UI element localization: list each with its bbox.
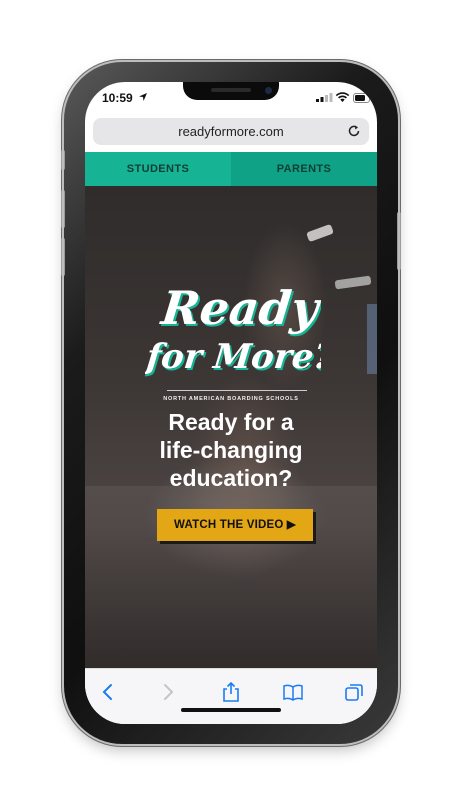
watch-video-button[interactable]: WATCH THE VIDEO ▶ xyxy=(157,509,313,541)
url-text: readyformore.com xyxy=(178,124,284,139)
safari-toolbar xyxy=(85,668,377,724)
notch xyxy=(183,82,279,100)
wifi-icon xyxy=(335,92,350,102)
battery-icon xyxy=(353,93,372,103)
hero-headline: Ready for a life-changing education? xyxy=(85,408,377,492)
volume-down-button xyxy=(61,238,65,276)
logo-line-1: Ready xyxy=(157,281,321,335)
tabs-icon[interactable] xyxy=(343,681,365,703)
reload-icon[interactable] xyxy=(347,124,361,138)
share-icon[interactable] xyxy=(220,681,242,703)
headline-line-1: Ready for a xyxy=(168,409,294,435)
phone-screen: 10:59 readyformore.com STUDENTS PARENTS xyxy=(85,82,377,724)
ceiling-light xyxy=(334,275,372,290)
home-indicator[interactable] xyxy=(181,708,281,712)
status-time: 10:59 xyxy=(102,91,133,105)
back-icon[interactable] xyxy=(97,681,119,703)
mute-switch xyxy=(61,150,65,170)
location-arrow-icon xyxy=(139,93,147,101)
studio-window xyxy=(367,304,377,374)
audience-tabs: STUDENTS PARENTS xyxy=(85,152,377,186)
ceiling-light xyxy=(306,223,334,243)
hero-video-background: Ready Ready for More? for More? NORTH AM… xyxy=(85,186,377,668)
speaker-grille xyxy=(211,88,251,92)
ready-for-more-logo: Ready Ready for More? for More? xyxy=(145,281,321,379)
power-button xyxy=(397,212,401,270)
bookmarks-icon[interactable] xyxy=(282,681,304,703)
logo-line-2: for More? xyxy=(145,337,321,377)
logo-divider xyxy=(167,390,307,391)
headline-line-2: life-changing xyxy=(159,437,303,463)
forward-icon[interactable] xyxy=(157,681,179,703)
tab-students[interactable]: STUDENTS xyxy=(85,152,231,186)
address-bar[interactable]: readyformore.com xyxy=(93,118,369,145)
front-camera xyxy=(265,87,272,94)
tab-parents[interactable]: PARENTS xyxy=(231,152,377,186)
volume-up-button xyxy=(61,190,65,228)
signal-icon xyxy=(316,93,333,102)
headline-line-3: education? xyxy=(169,465,293,491)
logo-tagline: NORTH AMERICAN BOARDING SCHOOLS xyxy=(163,396,299,402)
